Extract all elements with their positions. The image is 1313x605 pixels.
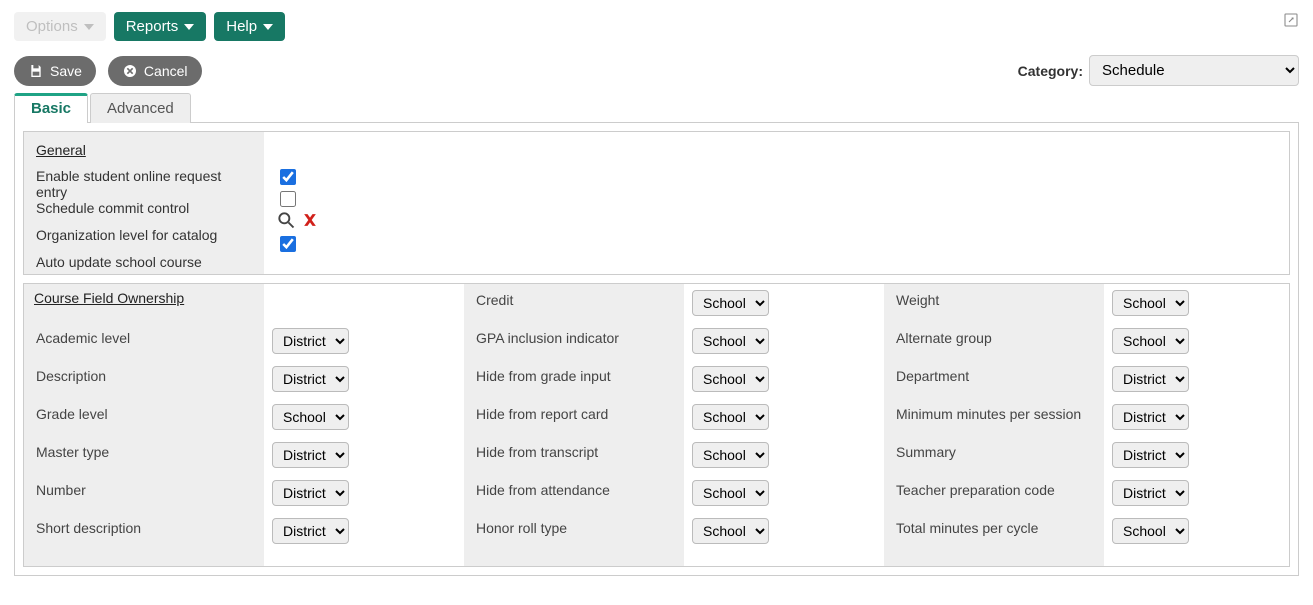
expand-window-icon[interactable]: [1283, 12, 1299, 31]
own-label: Description: [24, 360, 264, 398]
ownership-select[interactable]: DistrictSchool: [692, 518, 769, 544]
schedule-commit-label: Schedule commit control: [36, 200, 252, 216]
own-label: Minimum minutes per session: [884, 398, 1104, 436]
own-label: GPA inclusion indicator: [464, 322, 684, 360]
ownership-select[interactable]: DistrictSchool: [692, 328, 769, 354]
ownership-select[interactable]: DistrictSchool: [272, 480, 349, 506]
own-label: Alternate group: [884, 322, 1104, 360]
own-label: Number: [24, 474, 264, 512]
save-icon: [28, 63, 44, 79]
ownership-select[interactable]: DistrictSchool: [1112, 480, 1189, 506]
caret-down-icon: [184, 24, 194, 30]
general-section: General Enable student online request en…: [23, 131, 1290, 275]
general-title: General: [36, 136, 252, 168]
help-label: Help: [226, 18, 257, 35]
help-menu[interactable]: Help: [214, 12, 285, 41]
ownership-select[interactable]: DistrictSchool: [1112, 328, 1189, 354]
own-label: Honor roll type: [464, 512, 684, 550]
own-label: Hide from report card: [464, 398, 684, 436]
ownership-select[interactable]: DistrictSchool: [692, 404, 769, 430]
own-label: Teacher preparation code: [884, 474, 1104, 512]
own-label: Total minutes per cycle: [884, 512, 1104, 550]
org-level-label: Organization level for catalog: [36, 216, 252, 254]
menu-bar: Options Reports Help: [14, 12, 1299, 41]
ownership-select[interactable]: DistrictSchool: [272, 442, 349, 468]
cancel-icon: [122, 63, 138, 79]
ownership-select[interactable]: DistrictSchool: [1112, 404, 1189, 430]
reports-menu[interactable]: Reports: [114, 12, 207, 41]
ownership-select[interactable]: DistrictSchool: [272, 366, 349, 392]
ownership-select[interactable]: DistrictSchool: [272, 328, 349, 354]
cancel-label: Cancel: [144, 63, 188, 79]
caret-down-icon: [84, 24, 94, 30]
own-label: Short description: [24, 512, 264, 550]
tab-strip: Basic Advanced: [14, 92, 1299, 123]
cancel-button[interactable]: Cancel: [108, 56, 202, 86]
lookup-icon[interactable]: [276, 210, 296, 230]
caret-down-icon: [263, 24, 273, 30]
form-panel: General Enable student online request en…: [14, 123, 1299, 576]
ownership-select[interactable]: DistrictSchool: [1112, 442, 1189, 468]
own-label: Master type: [24, 436, 264, 474]
category-label: Category:: [1018, 63, 1083, 79]
ownership-select[interactable]: DistrictSchool: [272, 518, 349, 544]
auto-update-label: Auto update school course: [36, 254, 252, 270]
ownership-section: Course Field Ownership Credit DistrictScho…: [23, 283, 1290, 567]
own-label: Hide from transcript: [464, 436, 684, 474]
save-button[interactable]: Save: [14, 56, 96, 86]
own-label: Summary: [884, 436, 1104, 474]
options-menu: Options: [14, 12, 106, 41]
tab-basic[interactable]: Basic: [14, 93, 88, 123]
reports-label: Reports: [126, 18, 179, 35]
ownership-select[interactable]: DistrictSchool: [692, 442, 769, 468]
ownership-select[interactable]: DistrictSchool: [1112, 366, 1189, 392]
own-label: Credit: [464, 284, 684, 322]
category-select[interactable]: Schedule: [1089, 55, 1299, 86]
ownership-select[interactable]: DistrictSchool: [1112, 290, 1189, 316]
action-row: Save Cancel Category: Schedule: [14, 55, 1299, 86]
ownership-select[interactable]: DistrictSchool: [692, 480, 769, 506]
own-label: Weight: [884, 284, 1104, 322]
options-label: Options: [26, 18, 78, 35]
own-label: Academic level: [24, 322, 264, 360]
ownership-select[interactable]: DistrictSchool: [692, 290, 769, 316]
schedule-commit-checkbox[interactable]: [280, 191, 296, 207]
enable-student-label: Enable student online request entry: [36, 168, 252, 200]
enable-student-checkbox[interactable]: [280, 169, 296, 185]
clear-icon[interactable]: [300, 210, 320, 230]
ownership-select[interactable]: DistrictSchool: [272, 404, 349, 430]
ownership-select[interactable]: DistrictSchool: [692, 366, 769, 392]
ownership-select[interactable]: DistrictSchool: [1112, 518, 1189, 544]
tab-advanced[interactable]: Advanced: [90, 93, 191, 123]
ownership-title: Course Field Ownership: [24, 284, 264, 322]
own-label: Hide from grade input: [464, 360, 684, 398]
own-label: Grade level: [24, 398, 264, 436]
save-label: Save: [50, 63, 82, 79]
own-label: Department: [884, 360, 1104, 398]
auto-update-checkbox[interactable]: [280, 236, 296, 252]
own-label: Hide from attendance: [464, 474, 684, 512]
